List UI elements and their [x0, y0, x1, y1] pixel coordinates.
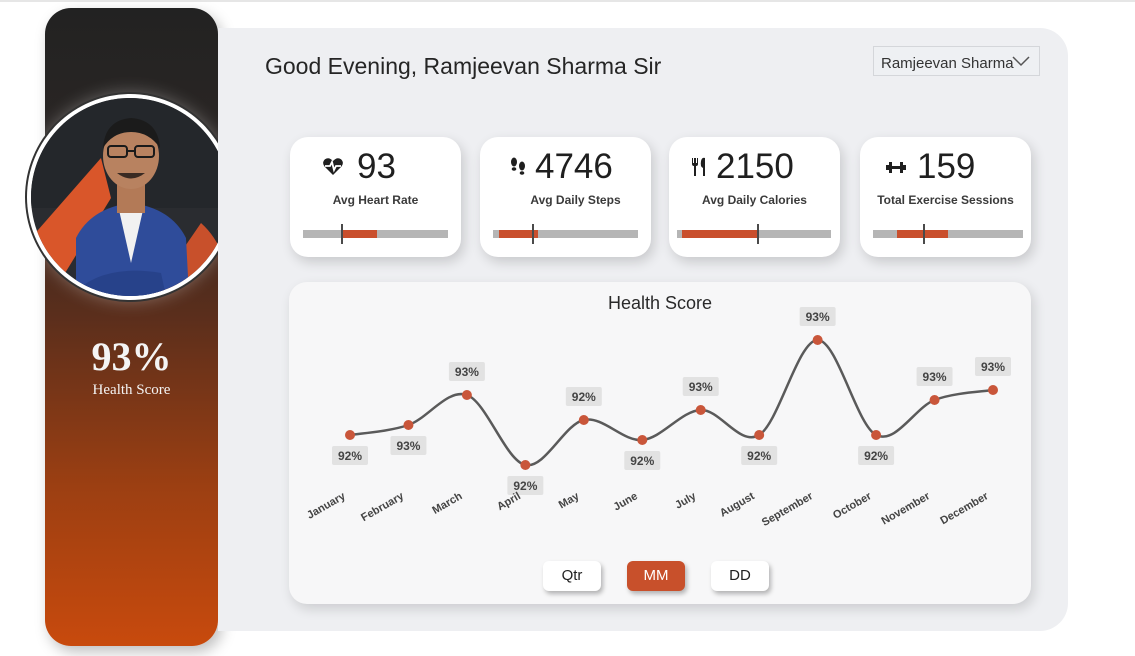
kpi-target-marker [340, 224, 343, 244]
health-score-label: Health Score [92, 382, 171, 398]
heart-rate-icon [322, 156, 344, 178]
kpi-target-marker [532, 224, 535, 244]
data-label: 92% [332, 446, 368, 465]
x-tick-label: October [831, 490, 874, 522]
svg-text:93%: 93% [396, 439, 420, 453]
svg-text:93%: 93% [923, 370, 947, 384]
kpi-progress-track [493, 224, 638, 244]
data-label: 93% [799, 307, 836, 326]
data-label: 93% [390, 436, 427, 455]
kpi-card-exercise-sessions: 159 Total Exercise Sessions [860, 137, 1031, 257]
x-tick-label: September [760, 490, 816, 529]
data-point[interactable] [871, 430, 882, 440]
svg-text:92%: 92% [864, 449, 888, 463]
kpi-value: 4746 [535, 147, 613, 186]
data-label: 93% [682, 377, 719, 396]
data-label: 93% [975, 357, 1011, 376]
data-point[interactable] [929, 395, 940, 405]
chevron-down-icon [1012, 54, 1030, 71]
kpi-progress-track [303, 224, 448, 244]
data-point[interactable] [345, 430, 355, 440]
period-button-qtr[interactable]: Qtr [543, 561, 601, 591]
data-point[interactable] [988, 385, 998, 395]
kpi-value: 159 [917, 147, 976, 186]
svg-text:93%: 93% [981, 360, 1005, 374]
data-label: 92% [565, 387, 602, 406]
footsteps-icon [508, 156, 530, 178]
health-score-value: 93% [91, 334, 172, 379]
svg-text:92%: 92% [747, 449, 771, 463]
series-line [349, 338, 994, 467]
x-tick-label: November [879, 490, 932, 528]
data-label: 92% [858, 446, 895, 465]
x-tick-label: August [718, 490, 757, 520]
data-point[interactable] [520, 460, 531, 470]
kpi-progress-track [873, 224, 1023, 244]
top-divider [0, 0, 1135, 2]
data-label: 92% [741, 446, 778, 465]
health-score-chart-card: Health Score 92% 93% 93% 92% 92% 92% 93% 92% 93%… [289, 282, 1031, 604]
svg-text:92%: 92% [630, 454, 654, 468]
x-tick-label: April [495, 490, 523, 513]
x-tick-label: February [359, 490, 407, 524]
kpi-card-daily-steps: 4746 Avg Daily Steps [480, 137, 651, 257]
kpi-card-heart-rate: 93 Avg Heart Rate [290, 137, 461, 257]
x-tick-label: June [612, 490, 640, 513]
kpi-label: Avg Daily Steps [530, 193, 621, 207]
data-point[interactable] [754, 430, 765, 440]
data-point[interactable] [403, 420, 414, 430]
period-button-dd[interactable]: DD [711, 561, 769, 591]
svg-text:92%: 92% [572, 390, 596, 404]
data-label: 92% [624, 451, 661, 470]
period-button-mm[interactable]: MM [627, 561, 685, 591]
user-select-dropdown[interactable]: Ramjeevan Sharma [873, 46, 1040, 76]
greeting-title: Good Evening, Ramjeevan Sharma Sir [265, 53, 662, 79]
data-point[interactable] [637, 435, 648, 445]
kpi-label: Avg Heart Rate [332, 193, 419, 207]
svg-text:93%: 93% [689, 380, 713, 394]
x-tick-label: March [430, 490, 464, 517]
data-label: 93% [448, 362, 485, 381]
svg-text:92%: 92% [338, 449, 362, 463]
avatar-frame [27, 94, 233, 300]
data-point[interactable] [578, 415, 589, 425]
kpi-value: 93 [357, 147, 396, 186]
kpi-card-daily-calories: 2150 Avg Daily Calories [669, 137, 840, 257]
data-point[interactable] [695, 405, 706, 415]
kpi-target-marker [757, 224, 760, 244]
x-tick-label: January [305, 490, 348, 522]
user-select-value: Ramjeevan Sharma [881, 55, 1014, 72]
kpi-label: Total Exercise Sessions [877, 193, 1014, 207]
svg-text:93%: 93% [455, 365, 479, 379]
data-point[interactable] [812, 335, 823, 345]
kpi-progress-fill [340, 230, 377, 238]
kpi-progress-fill [681, 230, 758, 238]
avatar [31, 98, 229, 296]
kpi-value: 2150 [716, 147, 794, 186]
kpi-progress-track [677, 224, 831, 244]
health-score-line-chart: 92%93%93%92%92%92%93%92%93%92%93%93%Janu… [305, 307, 1011, 529]
fork-knife-icon [689, 156, 711, 178]
x-tick-label: May [557, 490, 582, 512]
x-tick-label: July [673, 490, 699, 512]
dumbbell-icon [885, 156, 907, 178]
x-tick-label: December [938, 490, 991, 527]
kpi-label: Avg Daily Calories [702, 193, 807, 207]
kpi-target-marker [922, 224, 925, 244]
data-point[interactable] [461, 390, 472, 400]
data-label: 93% [916, 367, 953, 386]
svg-text:93%: 93% [806, 310, 830, 324]
